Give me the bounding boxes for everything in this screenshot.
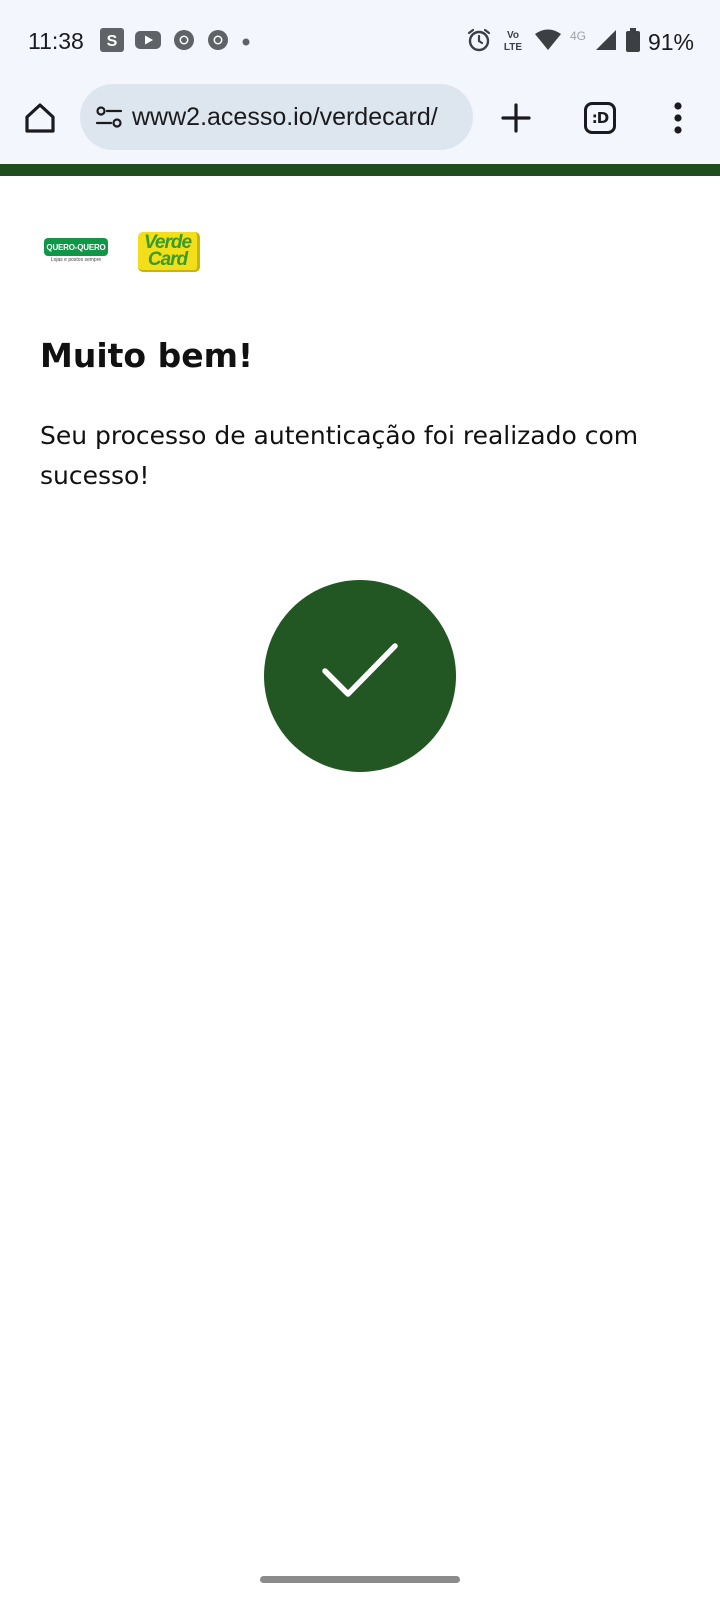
browser-toolbar: www2.acesso.io/verdecard/ :D [0,84,720,164]
wifi-icon [534,28,562,56]
tab-switcher-icon: :D [584,102,616,134]
home-button[interactable] [18,96,62,140]
dot-icon [240,33,252,52]
more-vert-icon [674,102,682,134]
success-message: Seu processo de autenticação foi realiza… [40,421,639,490]
alarm-icon [466,27,492,57]
status-bar: 11:38 S Vo LTE 4G 91% [0,0,720,84]
new-tab-button[interactable] [494,96,538,140]
youtube-icon [134,29,162,55]
header-accent-bar [0,164,720,176]
verdecard-logo-line2: Card [147,249,188,270]
plus-icon [501,103,531,133]
page-title: Muito bem! [40,336,254,375]
system-icons: Vo LTE 4G 91% [466,27,694,57]
gesture-home-indicator[interactable] [260,1576,460,1583]
svg-text:LTE: LTE [504,42,522,53]
volte-icon: Vo LTE [500,27,526,57]
network-type-label: 4G [569,29,586,43]
s-app-icon: S [100,28,124,56]
quero-quero-logo-text: QUERO-QUERO [44,238,108,256]
tab-switcher-button[interactable]: :D [578,96,622,140]
quero-quero-logo-tagline: Lojas e postos sempre [50,257,102,263]
checkmark-icon [322,643,398,697]
chrome-icon [206,28,230,56]
address-bar[interactable]: www2.acesso.io/verdecard/ [80,84,473,150]
status-time: 11:38 [28,28,84,54]
svg-text:Vo: Vo [507,30,519,41]
verdecard-logo: Verde Card [138,232,200,272]
browser-menu-button[interactable] [656,96,700,140]
notification-icons: S [100,28,252,56]
url-text[interactable]: www2.acesso.io/verdecard/ [132,103,438,132]
quero-quero-logo: QUERO-QUERO Lojas e postos sempre [44,238,108,266]
success-badge [264,580,456,772]
battery-percent: 91% [647,28,694,55]
signal-icon [594,28,618,56]
battery-icon [625,28,640,56]
chrome-icon [172,28,196,56]
site-settings-icon[interactable] [94,102,124,132]
home-icon [25,103,55,133]
svg-text:S: S [107,33,118,50]
